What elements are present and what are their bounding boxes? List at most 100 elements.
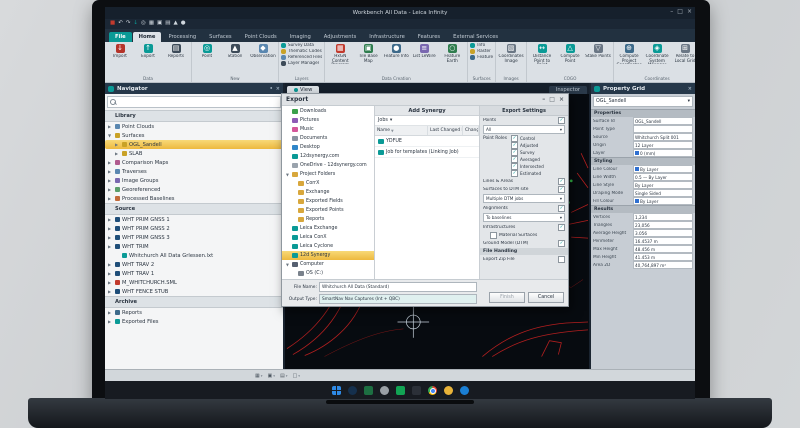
role-checkbox[interactable]: ✓: [511, 156, 518, 163]
statusbar-icon[interactable]: ▣ ▾: [268, 373, 276, 379]
role-checkbox[interactable]: ✓: [511, 149, 518, 156]
role-row[interactable]: ✓ Estimated: [511, 170, 565, 177]
quickbar-icon[interactable]: ◎: [141, 21, 146, 27]
tree-item[interactable]: Source: [105, 203, 283, 215]
quickbar-icon[interactable]: ▲: [173, 21, 177, 27]
folder-item[interactable]: Exported Fields: [282, 197, 374, 206]
folder-item[interactable]: CorrX: [282, 179, 374, 188]
property-value[interactable]: 12 Layer: [633, 141, 693, 149]
property-value[interactable]: By Layer: [633, 181, 693, 189]
Job for templates (Linking Job)[interactable]: Job for templates (Linking Job): [375, 147, 479, 158]
property-object-selector[interactable]: OGL_Sandell ▾: [593, 96, 693, 107]
maximize-icon[interactable]: □: [549, 96, 555, 103]
tree-item[interactable]: ▶ WHT PRIM GNSS 3: [105, 233, 283, 242]
minimize-icon[interactable]: –: [542, 96, 545, 103]
export-zip-checkbox[interactable]: [558, 256, 565, 263]
role-checkbox[interactable]: ✓: [511, 135, 518, 142]
folder-item[interactable]: 12dsynergy.com: [282, 152, 374, 161]
pin-icon[interactable]: •: [270, 86, 273, 92]
ribbon-button[interactable]: Thematic Codes: [281, 49, 322, 54]
search-icon[interactable]: [348, 386, 357, 395]
role-checkbox[interactable]: ✓: [511, 163, 518, 170]
tree-item[interactable]: ▶ WHT FENCE STUB: [105, 287, 283, 296]
column-header[interactable]: Name ▼: [375, 126, 428, 135]
ribbon-tab[interactable]: File: [109, 32, 132, 42]
close-icon[interactable]: ×: [688, 86, 692, 92]
surfaces-option-dropdown[interactable]: Multiple DTM jobs ▾: [483, 194, 565, 203]
maximize-icon[interactable]: □: [677, 8, 683, 15]
tree-item[interactable]: ▶ Comparison Maps: [105, 158, 283, 167]
sheets-icon[interactable]: [396, 386, 405, 395]
ribbon-button[interactable]: ↑ Export: [135, 43, 161, 59]
close-icon[interactable]: ×: [687, 8, 692, 15]
tree-item[interactable]: ▶ WHT TRIM: [105, 242, 283, 251]
tree-item[interactable]: ▶ OGL_Sandell: [105, 140, 283, 149]
quickbar-icon[interactable]: ●: [181, 21, 186, 27]
tree-item[interactable]: ▶ WHT PRIM GNSS 1: [105, 215, 283, 224]
tree-item[interactable]: ▶ M_WHITCHURCH.SML: [105, 278, 283, 287]
tree-item[interactable]: Archive: [105, 296, 283, 308]
folder-item[interactable]: Leica ConX: [282, 233, 374, 242]
ribbon-button[interactable]: ▽ Stake Points: [585, 43, 611, 59]
ribbon-button[interactable]: ▣ Tile Base Map: [355, 43, 381, 63]
points-checkbox[interactable]: ✓: [558, 117, 565, 124]
folder-item[interactable]: Downloads: [282, 107, 374, 116]
property-value[interactable]: 0.5 — By Layer: [633, 173, 693, 181]
column-header[interactable]: Last Changed By ▼: [428, 126, 463, 135]
tree-item[interactable]: Library: [105, 110, 283, 122]
ribbon-button[interactable]: Referenced Files: [281, 55, 322, 60]
ribbon-tab[interactable]: Surfaces: [203, 32, 237, 42]
ribbon-tab[interactable]: Home: [133, 32, 162, 42]
ribbon-button[interactable]: ⊕ Compute Project Coordinates: [616, 43, 642, 64]
property-value[interactable]: OGL_Sandell: [633, 117, 693, 125]
tree-item[interactable]: ▶ Processed Baselines: [105, 194, 283, 203]
folder-item[interactable]: ▼ Computer: [282, 260, 374, 269]
role-row[interactable]: ✓ Intersected: [511, 163, 565, 170]
folder-item[interactable]: ▼ Project Folders: [282, 170, 374, 179]
property-value[interactable]: By Layer: [633, 197, 693, 205]
role-row[interactable]: ✓ Averaged: [511, 156, 565, 163]
folder-item[interactable]: Reports: [282, 215, 374, 224]
tree-item[interactable]: ▶ WHT TRAV 1: [105, 269, 283, 278]
ribbon-tab[interactable]: Infrastructure: [363, 32, 411, 42]
minimize-icon[interactable]: –: [670, 8, 673, 15]
ribbon-button[interactable]: ⊞ Relate to Local Grid: [672, 43, 695, 63]
start-icon[interactable]: [332, 386, 341, 395]
ribbon-button[interactable]: ◈ Coordinate System Manager: [644, 43, 670, 64]
property-value[interactable]: By Layer: [633, 165, 693, 173]
ribbon-button[interactable]: △ Compute Point: [557, 43, 583, 63]
property-value[interactable]: [633, 125, 693, 133]
folder-item[interactable]: 12d Synergy: [282, 251, 374, 260]
folder-item[interactable]: OS (C:): [282, 269, 374, 278]
export-dialog-titlebar[interactable]: Export – □ ×: [282, 94, 568, 106]
points-filter-dropdown[interactable]: All ▾: [483, 125, 565, 134]
folder-item[interactable]: Music: [282, 125, 374, 134]
tree-item[interactable]: ▶ Reports: [105, 308, 283, 317]
ribbon-tab[interactable]: Processing: [162, 32, 202, 42]
statusbar-icon[interactable]: □ ▾: [293, 373, 301, 379]
ribbon-button[interactable]: ▲ Station: [222, 43, 248, 59]
infrastructure-checkbox[interactable]: ✓: [558, 224, 565, 231]
ribbon-button[interactable]: ◆ Observation: [250, 43, 276, 59]
ribbon-button[interactable]: ▦ HxGN Content Program: [327, 43, 353, 64]
ribbon-button[interactable]: ◎ Point: [194, 43, 220, 59]
ribbon-tab[interactable]: External Services: [447, 32, 504, 42]
tree-item[interactable]: ▶ Georeferenced: [105, 185, 283, 194]
close-icon[interactable]: ×: [559, 96, 564, 103]
ribbon-button[interactable]: ▤ Reports: [163, 43, 189, 59]
vscode-icon[interactable]: [412, 386, 421, 395]
filter-icon[interactable]: ▼: [391, 129, 394, 133]
tree-item[interactable]: ▼ Surfaces: [105, 131, 283, 140]
property-value[interactable]: 0 (mm): [633, 149, 693, 157]
folder-item[interactable]: Documents: [282, 134, 374, 143]
ribbon-button[interactable]: Survey Data: [281, 43, 314, 48]
ribbon-tab[interactable]: Imaging: [284, 32, 317, 42]
statusbar-icon[interactable]: ▤ ▾: [280, 373, 288, 379]
folder-item[interactable]: Exported Points: [282, 206, 374, 215]
tree-item[interactable]: ▶ Image Groups: [105, 176, 283, 185]
quickbar-icon[interactable]: ↓: [133, 21, 138, 27]
folder-item[interactable]: Leica Exchange: [282, 224, 374, 233]
output-type-dropdown[interactable]: SmartNav Nav Captures (Int + QBC): [319, 294, 477, 304]
ribbon-tab[interactable]: Point Clouds: [239, 32, 283, 42]
cancel-button[interactable]: Cancel: [528, 292, 564, 303]
